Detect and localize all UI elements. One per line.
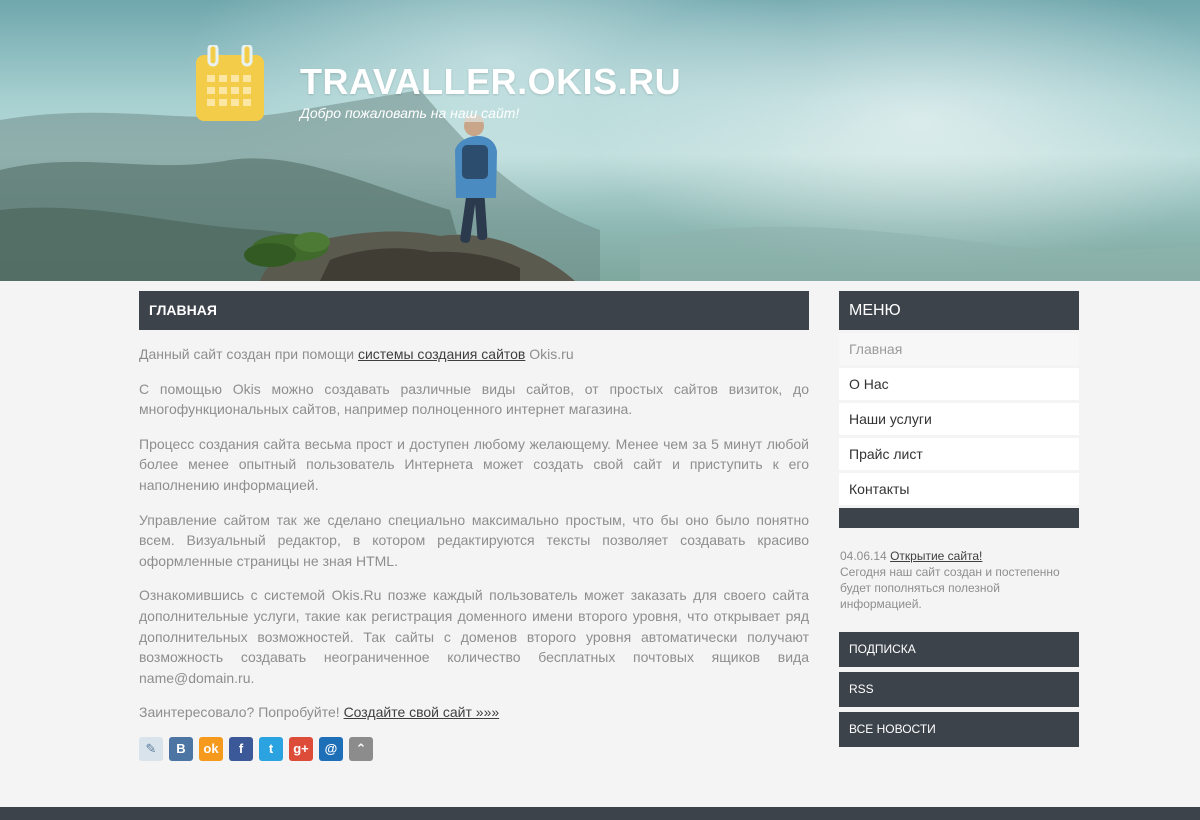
header-banner: TRAVALLER.OKIS.RU Добро пожаловать на на… [0,0,1200,281]
menu-title: МЕНЮ [839,291,1079,330]
paragraph-2: С помощью Okis можно создавать различные… [139,380,809,418]
twitter-icon[interactable]: t [259,736,283,761]
site-tagline: Добро пожаловать на наш сайт! [300,105,520,121]
odnoklassniki-icon[interactable]: ok [199,736,223,761]
vkontakte-icon[interactable]: B [169,736,193,761]
paragraph-4: Управление сайтом так же сделано специал… [139,511,809,569]
site-title[interactable]: TRAVALLER.OKIS.RU [300,60,681,104]
livejournal-icon[interactable]: ✎ [139,736,163,761]
create-site-link[interactable]: Создайте свой сайт »»» [344,704,500,720]
page-title: ГЛАВНАЯ [139,291,809,330]
social-share-bar: ✎ Bok f t g+ @ ⌃ [139,736,809,761]
news-item: 04.06.14 Открытие сайта! Сегодня наш сай… [839,548,1079,612]
news-title-link[interactable]: Открытие сайта! [890,549,982,563]
news-date: 04.06.14 [840,549,887,563]
paragraph-intro: Данный сайт создан при помощи системы со… [139,344,809,365]
mail-ru-icon[interactable]: @ [319,736,343,761]
intro-text: Данный сайт создан при помощи [139,346,358,362]
paragraph-cta: Заинтересовало? Попробуйте! Создайте сво… [139,702,809,723]
footer-bar [0,807,1200,820]
menu-footer-bar [839,508,1079,528]
subscribe-button[interactable]: ПОДПИСКА [839,632,1079,667]
sidebar: МЕНЮ Главная О Нас Наши услуги Прайс лист Ко… [839,291,1079,747]
facebook-icon[interactable]: f [229,736,253,761]
hiker-mountain-image [0,90,1200,281]
site-builder-link[interactable]: системы создания сайтов [358,346,525,362]
main-content: ГЛАВНАЯ Данный сайт создан при помощи си… [139,291,809,761]
sidebar-item-4[interactable]: Контакты [839,473,1079,505]
paragraph-5: Ознакомившись с системой Okis.Ru позже к… [139,587,809,686]
paragraph-3: Процесс создания сайта весьма прост и до… [139,435,809,493]
sidebar-item-2[interactable]: Наши услуги [839,403,1079,435]
rss-button[interactable]: RSS [839,672,1079,707]
sidebar-item-0[interactable]: Главная [839,333,1079,365]
more-share-icon[interactable]: ⌃ [349,736,373,761]
cta-text: Заинтересовало? Попробуйте! [139,704,344,721]
sidebar-item-1[interactable]: О Нас [839,368,1079,400]
sidebar-item-3[interactable]: Прайс лист [839,438,1079,470]
calendar-icon [196,45,264,121]
intro-text-end: Okis.ru [525,346,574,362]
news-text: Сегодня наш сайт создан и постепенно буд… [840,565,1060,611]
google-plus-icon[interactable]: g+ [289,736,313,761]
article-body: Данный сайт создан при помощи системы со… [139,330,809,761]
all-news-button[interactable]: ВСЕ НОВОСТИ [839,712,1079,747]
sidebar-menu: Главная О Нас Наши услуги Прайс лист Контакт… [839,333,1079,505]
